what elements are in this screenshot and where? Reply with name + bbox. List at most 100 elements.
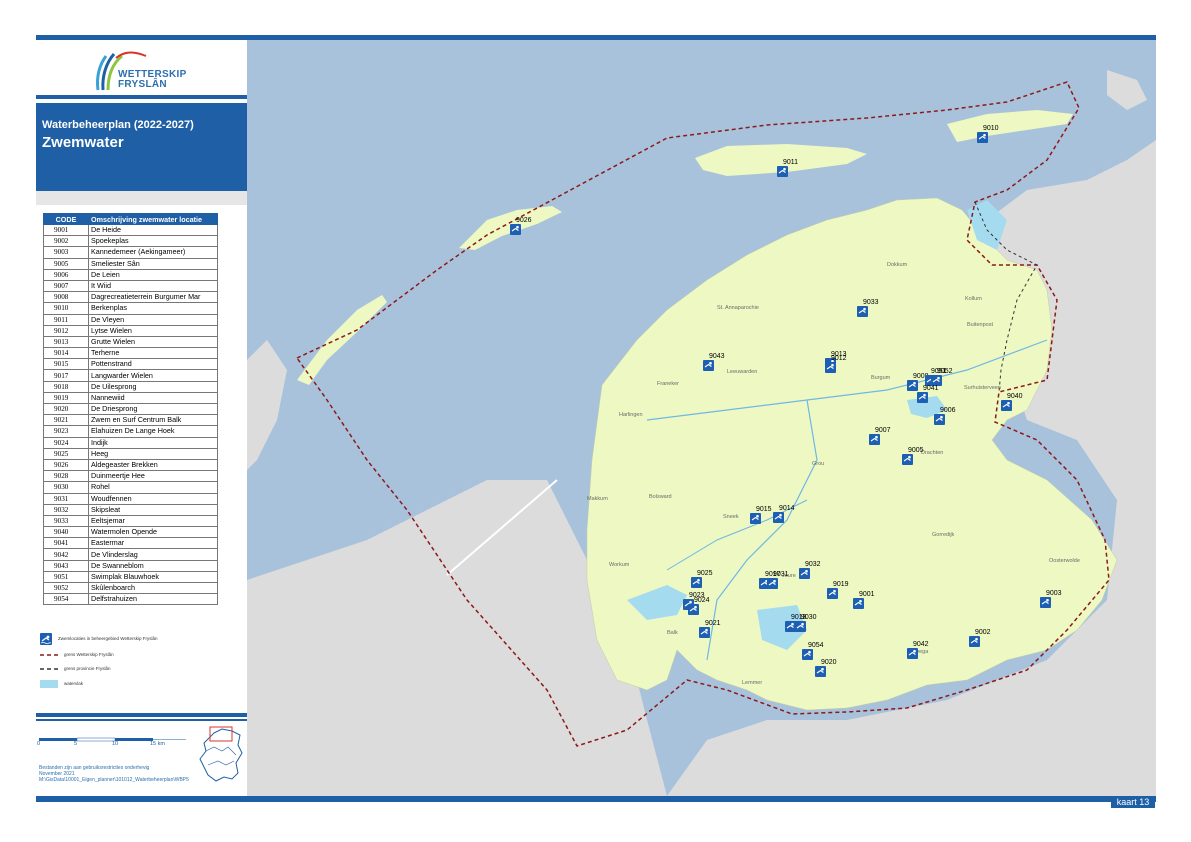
description-cell: Smeliester Sân: [88, 257, 218, 270]
site-code-label: 9040: [1007, 393, 1023, 400]
code-cell: 9043: [43, 559, 89, 572]
swimmer-head: [913, 649, 916, 653]
description-cell: Rohel: [88, 481, 218, 494]
description-cell: De Swanneblom: [88, 559, 218, 572]
site-code-label: 9030: [801, 614, 817, 621]
swimmer-head: [773, 579, 776, 583]
description-cell: Skûlenboarch: [88, 581, 218, 595]
swimmer-icon: [1001, 400, 1012, 411]
swimmer-head: [805, 569, 808, 573]
swimmer-head: [983, 133, 986, 137]
swimmer-icon: [907, 380, 918, 391]
table-row: 9003 Kannedemeer (Aekingameer): [43, 246, 218, 259]
swimmer-icon: [785, 621, 796, 632]
swimmer-head: [801, 622, 804, 626]
legend-swim-label: Zwemlocaties in beheergebied Wetterskip …: [58, 636, 158, 642]
city-label: Workum: [609, 562, 630, 568]
description-cell: De Driesprong: [88, 402, 218, 416]
description-cell: Berkenplas: [88, 302, 218, 315]
swimmer-icon: [825, 362, 836, 373]
legend-water-label: watervlak: [64, 681, 84, 687]
description-cell: De Vlinderslag: [88, 548, 218, 561]
swimmer-icon: [767, 578, 778, 589]
table-row: 9011 De Vleyen: [43, 313, 218, 326]
swimmer-head: [756, 514, 759, 518]
table-row: 9028 Duinmeertje Hee: [43, 470, 218, 483]
description-cell: Terherne: [88, 347, 218, 360]
code-cell: 9052: [43, 581, 89, 595]
swimmer-icon: [750, 513, 761, 524]
table-row: 9033 Eeltsjemar: [43, 514, 218, 528]
description-cell: Zwem en Surf Centrum Balk: [88, 414, 218, 427]
code-cell: 9019: [43, 391, 89, 405]
table-row: 9005 Smeliester Sân: [43, 257, 218, 270]
table-row: 9026 Aldegeaster Brekken: [43, 458, 218, 472]
swimmer-head: [779, 513, 782, 517]
table-row: 9018 De Uilesprong: [43, 380, 218, 393]
code-cell: 9054: [43, 593, 89, 606]
sidebar: WETTERSKIP FRYSLÂN Waterbeheerplan (2022…: [36, 40, 247, 796]
scale-label: 15 km: [150, 741, 165, 747]
table-row: 9023 Elahuizen De Lange Hoek: [43, 425, 218, 438]
swimmer-icon: [934, 414, 945, 425]
logo-line2: FRYSLÂN: [118, 79, 167, 90]
description-cell: Aldegeaster Brekken: [88, 458, 218, 472]
table-row: 9032 Skipsleat: [43, 503, 218, 516]
table-row: 9014 Terherne: [43, 347, 218, 360]
legend-swim: Zwemlocaties in beheergebied Wetterskip …: [40, 633, 157, 645]
swimmer-head: [975, 637, 978, 641]
site-code-label: 9014: [779, 505, 795, 512]
description-cell: Duinmeertje Hee: [88, 470, 218, 483]
table-row: 9015 Pottenstrand: [43, 358, 218, 371]
legend-border-ws-label: grens Wetterskip Fryslân: [64, 652, 114, 657]
code-cell: 9024: [43, 436, 89, 449]
swimmer-icon: [688, 604, 699, 615]
site-code-label: 9033: [863, 299, 879, 306]
swimmer-head: [821, 667, 824, 671]
site-code-label: 9043: [709, 353, 725, 360]
table-row: 9013 Grutte Wielen: [43, 335, 218, 349]
table-row: 9008 Dagrecreatieterrein Burgumer Mar: [43, 291, 218, 304]
description-cell: Nannewiid: [88, 391, 218, 405]
swimmer-head: [1046, 598, 1049, 602]
description-cell: Woudfennen: [88, 492, 218, 505]
swimmer-head: [516, 225, 519, 229]
source-note: Bestanden zijn aan gebruiksrestricties o…: [39, 765, 189, 783]
swimmer-icon: [853, 598, 864, 609]
code-cell: 9040: [43, 526, 89, 539]
table-row: 9043 De Swanneblom: [43, 559, 218, 572]
site-code-label: 9015: [756, 506, 772, 513]
description-cell: Eastermar: [88, 537, 218, 550]
site-code-label: 9042: [913, 641, 929, 648]
swimmer-icon: [917, 392, 928, 403]
site-code-label: 9019: [833, 581, 849, 588]
divider: [36, 95, 247, 99]
city-label: St. Annaparochie: [717, 305, 759, 311]
swimmer-icon: [802, 649, 813, 660]
map-panel[interactable]: Dokkum Kollum Buitenpost St. Annaparochie Le…: [247, 40, 1156, 796]
site-code-label: 9011: [783, 159, 798, 166]
swimmer-icon: [977, 132, 988, 143]
city-label: Balk: [667, 630, 678, 636]
table-row: 9001 De Heide: [43, 223, 218, 237]
table-row: 9012 Lytse Wielen: [43, 324, 218, 337]
table-row: 9041 Eastermar: [43, 537, 218, 550]
swimmer-head: [689, 600, 692, 604]
code-cell: 9026: [43, 458, 89, 472]
swimmer-head: [709, 361, 712, 365]
description-cell: De Uilesprong: [88, 380, 218, 393]
city-label: Buitenpost: [967, 322, 993, 328]
site-code-label: 9021: [705, 620, 721, 627]
site-code-label: 9025: [697, 570, 713, 577]
site-code-label: 9031: [773, 571, 789, 578]
swimmer-icon: [827, 588, 838, 599]
table-row: 9020 De Driesprong: [43, 402, 218, 416]
code-cell: 9032: [43, 503, 89, 516]
site-code-label: 9010: [983, 125, 999, 132]
code-cell: 9001: [43, 223, 89, 237]
legend-border-prov: grens provincie Fryslân: [40, 666, 111, 671]
code-cell: 9030: [43, 481, 89, 494]
code-cell: 9025: [43, 447, 89, 460]
code-cell: 9015: [43, 358, 89, 371]
scale-label: 5: [74, 741, 78, 747]
